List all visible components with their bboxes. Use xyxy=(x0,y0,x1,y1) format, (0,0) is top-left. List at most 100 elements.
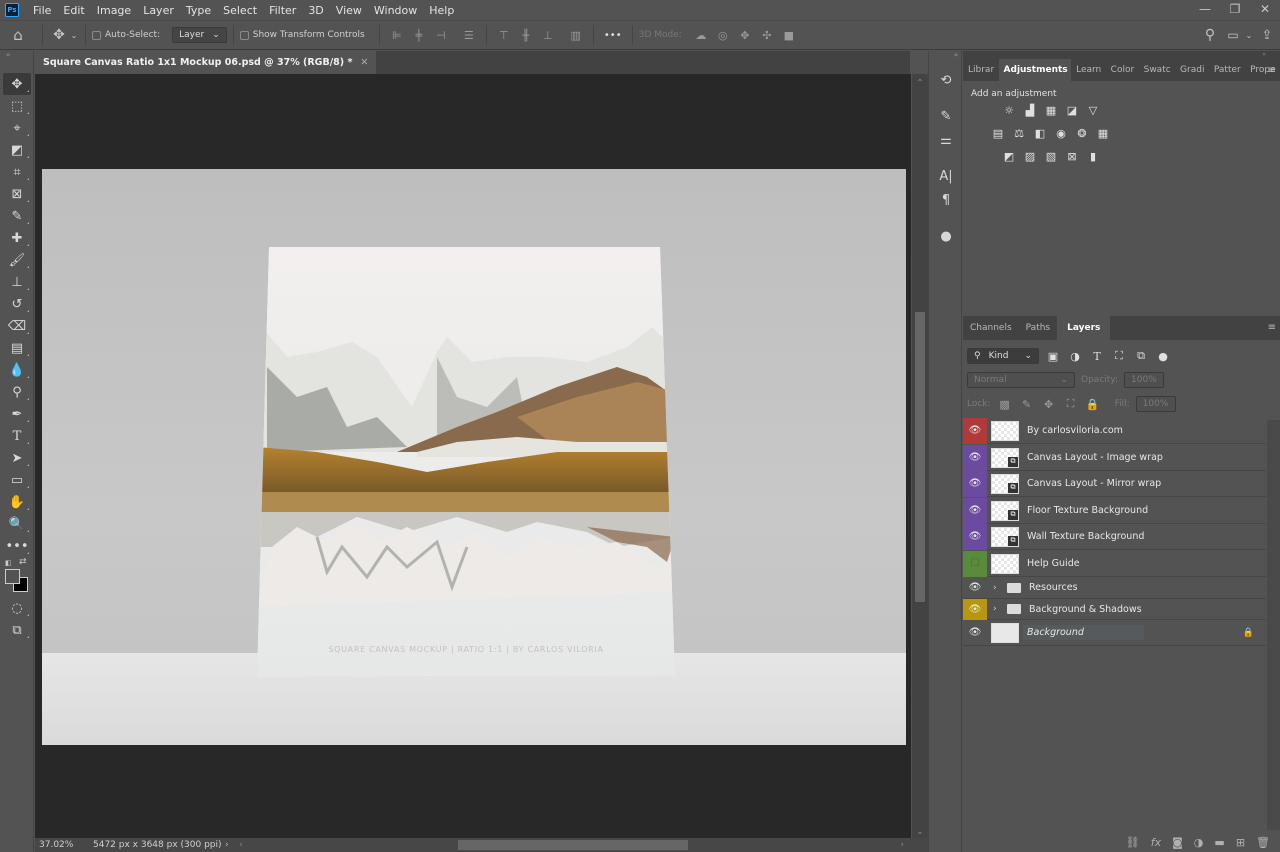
close-tab-icon[interactable]: ✕ xyxy=(360,57,368,68)
tab-gradients[interactable]: Gradi xyxy=(1175,59,1209,81)
exposure-icon[interactable]: ◪ xyxy=(1064,103,1080,117)
layer-row[interactable]: 👁 ⧉ Floor Texture Background xyxy=(963,497,1266,524)
black-white-icon[interactable]: ◧ xyxy=(1032,126,1048,140)
opacity-input[interactable]: 100% xyxy=(1124,372,1164,388)
pen-tool[interactable]: ✒ xyxy=(3,403,31,425)
photo-filter-icon[interactable]: ◉ xyxy=(1053,126,1069,140)
filter-pixel-icon[interactable]: ▣ xyxy=(1045,349,1061,363)
brightness-contrast-icon[interactable]: ☼ xyxy=(1001,103,1017,117)
delete-layer-icon[interactable]: 🗑 xyxy=(1256,836,1270,849)
menu-layer[interactable]: Layer xyxy=(137,4,180,17)
color-lookup-icon[interactable]: ▦ xyxy=(1095,126,1111,140)
gradient-tool[interactable]: ▤ xyxy=(3,337,31,359)
layer-row[interactable]: ☐ Help Guide xyxy=(963,550,1266,577)
visibility-eye-icon[interactable]: 👁 xyxy=(963,444,987,471)
paragraph-panel-icon[interactable]: ¶ xyxy=(931,189,961,211)
menu-file[interactable]: File xyxy=(27,4,57,17)
visibility-eye-icon[interactable]: 👁 xyxy=(963,497,987,524)
lock-artboard-icon[interactable]: ⛶ xyxy=(1063,397,1079,411)
crop-tool[interactable]: ⌗ xyxy=(3,161,31,183)
levels-icon[interactable]: ▟ xyxy=(1022,103,1038,117)
panel-menu-icon[interactable]: ≡ xyxy=(1268,322,1276,333)
default-colors-icon[interactable]: ◧ xyxy=(5,559,12,567)
restore-button[interactable]: ❐ xyxy=(1220,0,1250,18)
scroll-up-icon[interactable]: ⌃ xyxy=(912,78,928,87)
lock-position-icon[interactable]: ✥ xyxy=(1041,397,1057,411)
filter-shape-icon[interactable]: ⛶ xyxy=(1111,349,1127,363)
brush-settings-icon[interactable]: ✎ xyxy=(931,105,961,127)
threshold-icon[interactable]: ▧ xyxy=(1043,149,1059,163)
hue-saturation-icon[interactable]: ▤ xyxy=(990,126,1006,140)
distribute-vertical-icon[interactable]: ☰ xyxy=(458,27,480,43)
visibility-eye-icon[interactable]: 👁 xyxy=(963,523,987,550)
collapse-icon[interactable]: » xyxy=(0,51,33,61)
eyedropper-tool[interactable]: ✎ xyxy=(3,205,31,227)
lock-all-icon[interactable]: 🔒 xyxy=(1085,397,1101,411)
swap-colors-icon[interactable]: ⇄ xyxy=(19,557,27,567)
menu-filter[interactable]: Filter xyxy=(263,4,302,17)
frame-tool[interactable]: ⊠ xyxy=(3,183,31,205)
filter-adjustment-icon[interactable]: ◑ xyxy=(1067,349,1083,363)
move-tool-icon[interactable]: ✥ xyxy=(49,27,69,43)
visibility-eye-icon[interactable]: 👁 xyxy=(963,577,987,599)
healing-brush-tool[interactable]: ✚ xyxy=(3,227,31,249)
chevron-down-icon[interactable]: ⌄ xyxy=(69,31,79,40)
lock-transparent-icon[interactable]: ▩ xyxy=(997,397,1013,411)
foreground-color-swatch[interactable] xyxy=(5,569,20,584)
tab-channels[interactable]: Channels xyxy=(963,316,1019,340)
eraser-tool[interactable]: ⌫ xyxy=(3,315,31,337)
hand-tool[interactable]: ✋ xyxy=(3,491,31,513)
invert-icon[interactable]: ◩ xyxy=(1001,149,1017,163)
scroll-left-icon[interactable]: ‹ xyxy=(239,840,243,850)
link-layers-icon[interactable]: ⛓ xyxy=(1126,836,1140,849)
blend-mode-dropdown[interactable]: Normal ⌄ xyxy=(967,372,1075,388)
menu-window[interactable]: Window xyxy=(368,4,423,17)
zoom-tool[interactable]: 🔍 xyxy=(3,513,31,535)
document-tab[interactable]: Square Canvas Ratio 1x1 Mockup 06.psd @ … xyxy=(35,51,377,74)
layer-row[interactable]: 👁 Background 🔒 xyxy=(963,620,1266,646)
menu-type[interactable]: Type xyxy=(180,4,217,17)
new-layer-icon[interactable]: ⊞ xyxy=(1236,836,1245,849)
menu-help[interactable]: Help xyxy=(423,4,460,17)
selective-color-icon[interactable]: ⊠ xyxy=(1064,149,1080,163)
tab-learn[interactable]: Learn xyxy=(1071,59,1106,81)
tab-paths[interactable]: Paths xyxy=(1019,316,1057,340)
history-panel-icon[interactable]: ⟲ xyxy=(931,69,961,91)
channel-mixer-icon[interactable]: ❂ xyxy=(1074,126,1090,140)
layer-group-row[interactable]: 👁 › Background & Shadows xyxy=(963,598,1266,620)
filter-type-icon[interactable]: T xyxy=(1089,349,1105,363)
type-tool[interactable]: T xyxy=(3,425,31,447)
auto-select-checkbox[interactable] xyxy=(92,30,101,40)
auto-select-target-dropdown[interactable]: Layer ⌄ xyxy=(172,27,227,43)
object-selection-tool[interactable]: ◩ xyxy=(3,139,31,161)
quick-mask-icon[interactable]: ◌ xyxy=(3,597,31,619)
more-options-icon[interactable]: ••• xyxy=(600,30,626,41)
visibility-toggle-hidden[interactable]: ☐ xyxy=(963,550,987,577)
tab-layers[interactable]: Layers xyxy=(1057,316,1111,340)
rectangle-tool[interactable]: ▭ xyxy=(3,469,31,491)
collapse-panels-icon[interactable]: « xyxy=(929,51,961,67)
scroll-down-icon[interactable]: ⌄ xyxy=(912,827,928,836)
filter-kind-dropdown[interactable]: ⚲ Kind ⌄ xyxy=(967,348,1039,364)
vibrance-icon[interactable]: ▽ xyxy=(1085,103,1101,117)
workspace-icon[interactable]: ▭ xyxy=(1222,28,1244,42)
tab-libraries[interactable]: Librar xyxy=(963,59,999,81)
tab-swatches[interactable]: Swatc xyxy=(1139,59,1175,81)
layer-row[interactable]: 👁 ⧉ Canvas Layout - Mirror wrap xyxy=(963,470,1266,497)
add-mask-icon[interactable]: ◙ xyxy=(1172,836,1183,849)
color-balance-icon[interactable]: ⚖ xyxy=(1011,126,1027,140)
align-top-icon[interactable]: ⊤ xyxy=(493,27,515,43)
panel-menu-icon[interactable]: ≡ xyxy=(1268,65,1276,76)
fx-icon[interactable]: fx xyxy=(1151,836,1161,849)
show-transform-checkbox[interactable] xyxy=(239,30,249,40)
character-panel-icon[interactable]: A| xyxy=(931,165,961,187)
blur-tool[interactable]: 💧 xyxy=(3,359,31,381)
zoom-level[interactable]: 37.02% xyxy=(35,840,85,850)
share-icon[interactable]: ⇪ xyxy=(1254,28,1280,43)
document-image[interactable]: SQUARE CANVAS MOCKUP | RATIO 1:1 | BY CA… xyxy=(42,169,906,745)
menu-3d[interactable]: 3D xyxy=(302,4,329,17)
chevron-down-icon[interactable]: ⌄ xyxy=(1244,31,1254,40)
visibility-eye-icon[interactable]: 👁 xyxy=(963,470,987,497)
home-icon[interactable]: ⌂ xyxy=(0,26,36,44)
tab-patterns[interactable]: Patter xyxy=(1209,59,1245,81)
